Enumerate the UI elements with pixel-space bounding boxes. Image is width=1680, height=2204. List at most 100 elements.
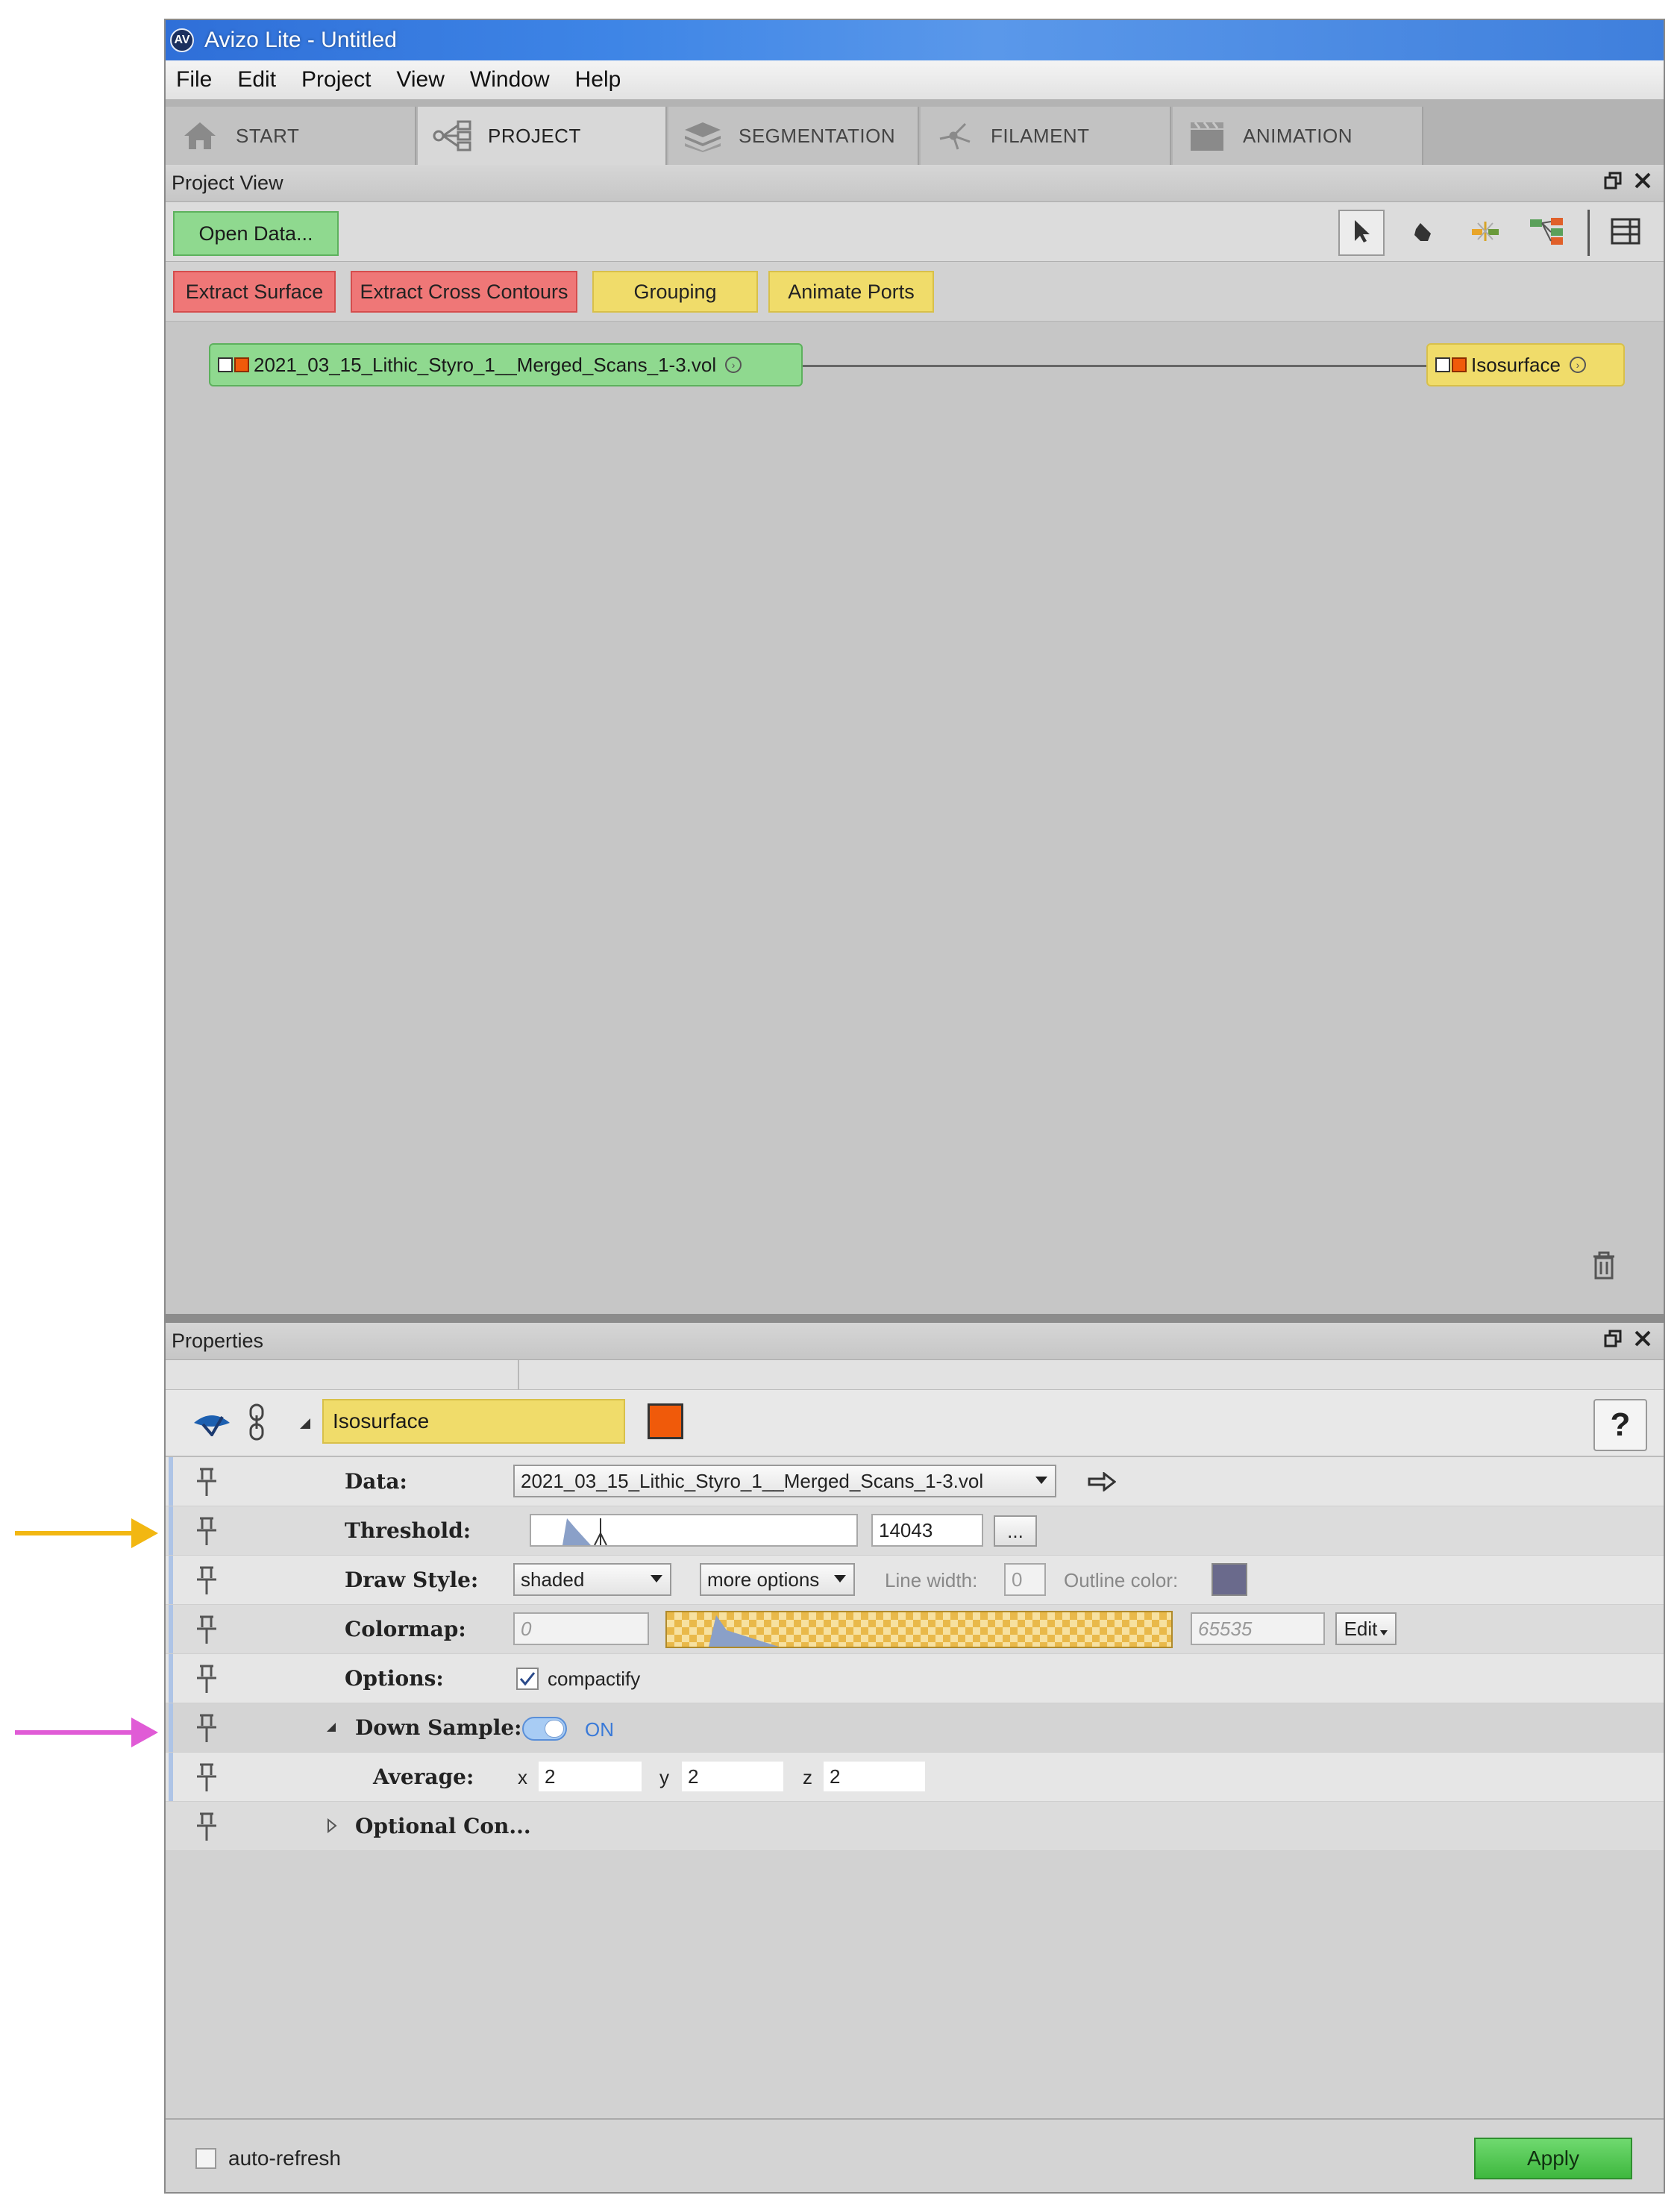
tree-view-button[interactable]	[1523, 210, 1570, 256]
node-viewer-toggle[interactable]	[234, 357, 249, 372]
iso-node-viewer-toggle[interactable]	[1452, 357, 1467, 372]
module-name-field[interactable]: Isosurface	[322, 1399, 625, 1444]
connection-line	[801, 365, 1428, 367]
open-data-button[interactable]: Open Data...	[173, 211, 339, 256]
pan-tool-button[interactable]	[1400, 210, 1446, 256]
colormap-max-input[interactable]: 65535	[1191, 1612, 1325, 1645]
help-button[interactable]: ?	[1593, 1399, 1647, 1451]
threshold-more-button[interactable]: ...	[994, 1515, 1037, 1547]
workroom-tabs: START PROJECT SEGMENTATION FILAMENT ANIM…	[166, 99, 1664, 165]
extract-surface-button[interactable]: Extract Surface	[173, 271, 336, 313]
colormap-bar[interactable]	[665, 1611, 1173, 1648]
threshold-annotation-arrow	[15, 1518, 158, 1548]
threshold-label: Threshold:	[345, 1518, 471, 1543]
outline-color-label: Outline color:	[1064, 1569, 1179, 1591]
collapse-arrow-icon[interactable]	[298, 1417, 312, 1434]
grouping-button[interactable]: Grouping	[592, 271, 758, 313]
module-header-row: Isosurface ?	[166, 1390, 1664, 1457]
menu-help[interactable]: Help	[575, 67, 621, 93]
iso-node-visibility-toggle[interactable]	[1435, 357, 1450, 372]
pin-icon[interactable]	[194, 1565, 219, 1596]
pin-icon[interactable]	[194, 1762, 219, 1793]
apply-button[interactable]: Apply	[1474, 2138, 1632, 2179]
undock-icon[interactable]	[1604, 171, 1622, 195]
select-tool-button[interactable]	[1338, 210, 1385, 256]
more-options-dropdown[interactable]: more options	[700, 1563, 855, 1596]
chevron-down-icon	[834, 1575, 846, 1582]
animate-ports-button[interactable]: Animate Ports	[768, 271, 934, 313]
data-node-label: 2021_03_15_Lithic_Styro_1__Merged_Scans_…	[254, 353, 717, 376]
avg-x-input[interactable]: 2	[537, 1760, 643, 1793]
average-label: Average:	[373, 1765, 474, 1789]
port-row-optional: Optional Con...	[166, 1802, 1664, 1851]
pin-icon[interactable]	[194, 1712, 219, 1744]
tab-segmentation[interactable]: SEGMENTATION	[668, 107, 919, 165]
viewer-eye-icon[interactable]	[192, 1409, 231, 1440]
data-dropdown-value: 2021_03_15_Lithic_Styro_1__Merged_Scans_…	[521, 1469, 984, 1492]
checkmark-icon	[519, 1672, 536, 1686]
tab-start[interactable]: START	[166, 107, 416, 165]
colormap-min-input[interactable]: 0	[513, 1612, 649, 1645]
avg-y-input[interactable]: 2	[680, 1760, 785, 1793]
clapperboard-icon	[1186, 119, 1228, 152]
avg-z-input[interactable]: 2	[822, 1760, 927, 1793]
tab-project[interactable]: PROJECT	[418, 107, 667, 165]
menu-file[interactable]: File	[176, 67, 212, 93]
trash-icon[interactable]	[1590, 1250, 1617, 1284]
auto-refresh-label: auto-refresh	[228, 2147, 341, 2170]
port-row-threshold: Threshold: 14043 ...	[166, 1506, 1664, 1556]
node-visibility-toggle[interactable]	[218, 357, 233, 372]
module-color-swatch[interactable]	[648, 1403, 683, 1439]
pin-icon[interactable]	[194, 1466, 219, 1497]
chain-link-icon[interactable]	[248, 1403, 266, 1444]
downsample-toggle[interactable]	[522, 1717, 567, 1741]
linewidth-input[interactable]: 0	[1004, 1563, 1046, 1596]
optional-label[interactable]: Optional Con...	[355, 1814, 531, 1838]
menu-edit[interactable]: Edit	[237, 67, 276, 93]
tab-start-label: START	[236, 124, 300, 147]
colormap-edit-button[interactable]: Edit	[1335, 1612, 1397, 1645]
more-options-label: more options	[707, 1568, 820, 1591]
data-label: Data:	[345, 1469, 407, 1494]
port-row-drawstyle: Draw Style: shaded more options Line wid…	[166, 1556, 1664, 1605]
project-graph-canvas[interactable]: 2021_03_15_Lithic_Styro_1__Merged_Scans_…	[166, 322, 1664, 1314]
pin-icon[interactable]	[194, 1515, 219, 1547]
tab-animation[interactable]: ANIMATION	[1173, 107, 1423, 165]
tab-filament[interactable]: FILAMENT	[921, 107, 1171, 165]
auto-arrange-button[interactable]	[1462, 210, 1508, 256]
compactify-checkbox[interactable]	[516, 1668, 539, 1690]
expand-down-arrow-icon[interactable]	[325, 1721, 337, 1737]
data-dropdown[interactable]: 2021_03_15_Lithic_Styro_1__Merged_Scans_…	[513, 1465, 1056, 1497]
pin-icon[interactable]	[194, 1614, 219, 1645]
layout-toggle-button[interactable]	[1602, 210, 1649, 256]
data-node[interactable]: 2021_03_15_Lithic_Styro_1__Merged_Scans_…	[209, 343, 803, 386]
menu-view[interactable]: View	[396, 67, 444, 93]
threshold-input[interactable]: 14043	[871, 1514, 983, 1547]
drawstyle-dropdown[interactable]: shaded	[513, 1563, 671, 1596]
tab-project-label: PROJECT	[488, 124, 581, 147]
node-expand-icon[interactable]: ›	[725, 357, 742, 373]
hand-icon	[1410, 219, 1435, 248]
outline-color-swatch[interactable]	[1212, 1563, 1247, 1596]
expand-right-arrow-icon[interactable]	[327, 1818, 337, 1837]
properties-undock-icon[interactable]	[1604, 1329, 1622, 1353]
colormap-histogram	[709, 1615, 779, 1647]
connect-arrow-icon[interactable]	[1088, 1471, 1117, 1495]
menu-project[interactable]: Project	[301, 67, 371, 93]
pin-icon[interactable]	[194, 1811, 219, 1842]
pin-icon[interactable]	[194, 1663, 219, 1694]
drawstyle-value: shaded	[521, 1568, 585, 1591]
properties-close-icon[interactable]	[1634, 1329, 1652, 1353]
layers-icon	[682, 119, 724, 152]
close-icon[interactable]	[1634, 171, 1652, 195]
extract-cross-contours-button[interactable]: Extract Cross Contours	[351, 271, 577, 313]
iso-node-expand-icon[interactable]: ›	[1569, 357, 1586, 373]
panel-splitter[interactable]	[166, 1314, 1664, 1323]
auto-refresh-checkbox[interactable]	[195, 2148, 216, 2169]
properties-footer: auto-refresh Apply	[166, 2118, 1664, 2192]
avg-y-label: y	[659, 1766, 669, 1788]
menu-window[interactable]: Window	[470, 67, 550, 93]
threshold-slider[interactable]	[530, 1514, 858, 1547]
isosurface-node[interactable]: Isosurface ›	[1426, 343, 1625, 386]
port-row-colormap: Colormap: 0 65535 Edit	[166, 1605, 1664, 1654]
